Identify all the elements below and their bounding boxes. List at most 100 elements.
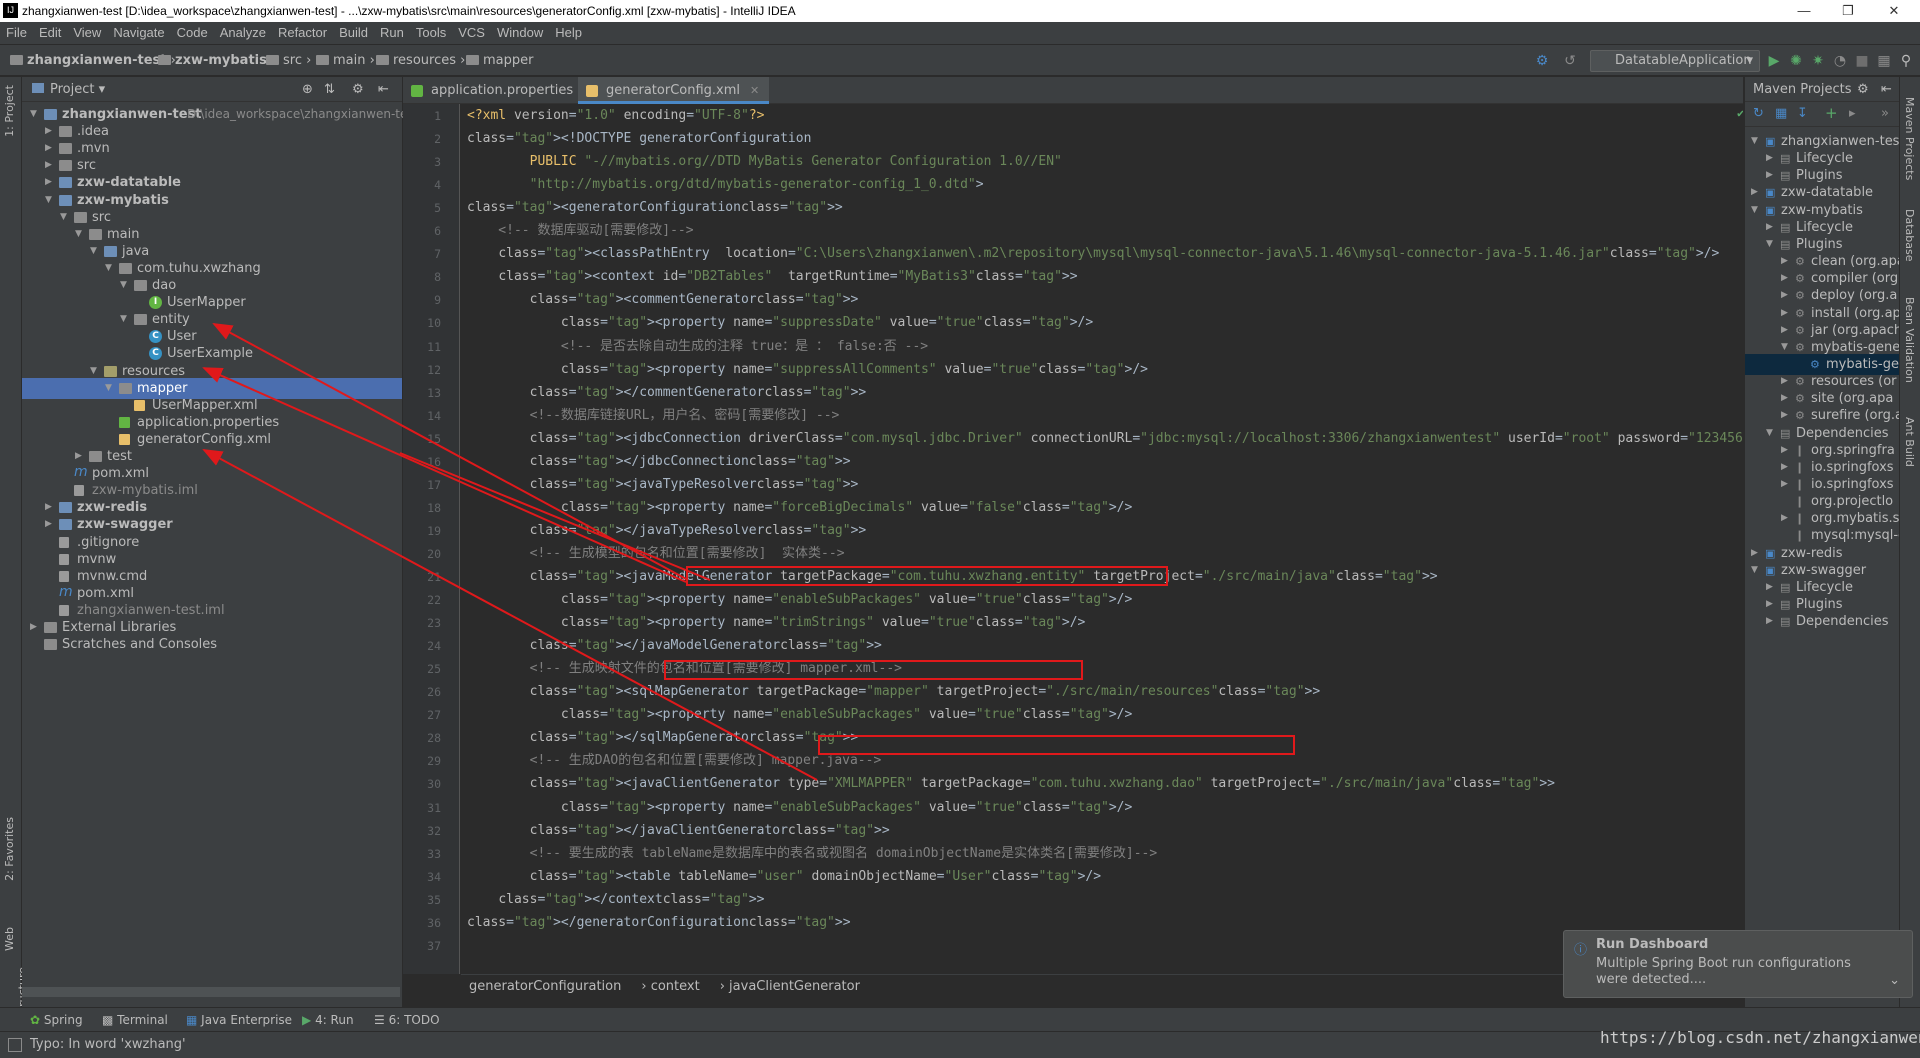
tab-todo[interactable]: ☰ 6: TODO	[374, 1008, 440, 1032]
class-icon: C	[149, 347, 162, 361]
libraries-icon	[44, 622, 57, 633]
menu-vcs[interactable]: VCS	[452, 25, 491, 40]
tree-item[interactable]: Scratches and Consoles	[22, 634, 402, 655]
menu-window[interactable]: Window	[491, 25, 549, 40]
coverage-icon[interactable]: ✷	[1810, 53, 1826, 69]
menu-build[interactable]: Build	[333, 25, 374, 40]
toggle-tool-windows-icon[interactable]	[8, 1038, 22, 1052]
project-structure-icon[interactable]: ▦	[1876, 53, 1892, 69]
editor-breadcrumb: generatorConfiguration › context › javaCli…	[461, 974, 1743, 999]
run-dashboard-notification[interactable]: ⓘ Run Dashboard Multiple Spring Boot run…	[1563, 930, 1913, 998]
notification-title[interactable]: Run Dashboard	[1596, 937, 1900, 952]
tab-database[interactable]: Database	[1903, 209, 1916, 262]
editor-crumb-client[interactable]: javaClientGenerator	[729, 979, 860, 994]
maximize-button[interactable]: ❐	[1830, 0, 1866, 22]
menu-help[interactable]: Help	[549, 25, 588, 40]
code-line: PUBLIC "-//mybatis.org//DTD MyBatis Gene…	[529, 154, 1062, 170]
menu-file[interactable]: File	[0, 25, 33, 40]
tab-web[interactable]: Web	[3, 927, 16, 951]
add-maven-project-icon[interactable]: +	[1825, 104, 1838, 122]
code-line: class="tag"></javaClientGeneratorclass="…	[529, 822, 890, 838]
menu-tools[interactable]: Tools	[410, 25, 452, 40]
line-number: 23	[427, 616, 441, 631]
tab-terminal[interactable]: ▩ Terminal	[102, 1008, 168, 1032]
breadcrumb-resources[interactable]: resources ›	[376, 53, 465, 68]
tab-project[interactable]: 1: Project	[3, 85, 16, 137]
tab-ant-build[interactable]: Ant Build	[1903, 417, 1916, 467]
module-folder-icon	[59, 502, 72, 514]
folder-icon	[59, 143, 72, 155]
tab-java-enterprise[interactable]: ▦ Java Enterprise	[186, 1008, 292, 1032]
code-line: class="tag"></sqlMapGeneratorclass="tag"…	[529, 730, 859, 746]
module-folder-icon	[59, 194, 72, 206]
maven-settings-icon[interactable]: ⚙	[1857, 77, 1869, 102]
breadcrumb-src[interactable]: src ›	[266, 53, 311, 68]
run-maven-icon[interactable]: ▸	[1849, 106, 1856, 121]
back-icon[interactable]: ↺	[1562, 53, 1578, 69]
sync-icon[interactable]: ⊕	[302, 77, 313, 102]
stop-icon[interactable]: ■	[1854, 53, 1870, 69]
maven-hide-icon[interactable]: ⇤	[1881, 77, 1892, 102]
collapse-arrow-icon[interactable]: ▶	[1766, 611, 1773, 632]
tab-generatorconfig-xml[interactable]: generatorConfig.xml ✕	[578, 77, 770, 104]
tab-maven-projects[interactable]: Maven Projects	[1903, 97, 1916, 180]
breadcrumb-module[interactable]: zxw-mybatis ›	[158, 53, 276, 68]
maven-tree-item-label: Dependencies	[1796, 614, 1889, 630]
editor-crumb-root[interactable]: generatorConfiguration	[469, 979, 621, 994]
menu-view[interactable]: View	[67, 25, 107, 40]
editor-crumb-context[interactable]: context	[651, 979, 700, 994]
maven-pom-icon: m	[74, 464, 88, 481]
menu-analyze[interactable]: Analyze	[214, 25, 272, 40]
code-line: class="tag"></javaTypeResolverclass="tag…	[529, 522, 867, 538]
run-configuration-select[interactable]: DatatableApplication ▾	[1590, 50, 1760, 72]
line-number: 24	[427, 639, 441, 654]
settings-gear-icon[interactable]: ⚙	[352, 77, 364, 102]
breadcrumb-root[interactable]: zhangxianwen-test ›	[10, 53, 176, 68]
code-editor[interactable]: <?xml version="1.0" encoding="UTF-8"?> cl…	[461, 104, 1743, 974]
breadcrumb-mapper[interactable]: mapper	[466, 53, 533, 68]
collapse-icon[interactable]: ⇅	[324, 77, 335, 102]
hide-panel-icon[interactable]: ⇤	[378, 77, 389, 102]
source-folder-icon	[104, 245, 117, 257]
chevron-down-icon[interactable]: ⌄	[1889, 973, 1900, 988]
generate-sources-icon[interactable]: ▦	[1775, 106, 1787, 121]
close-icon[interactable]: ✕	[750, 84, 759, 97]
editor-tabs: application.properties✕ generatorConfig.…	[403, 77, 1743, 104]
reimport-icon[interactable]: ↻	[1753, 106, 1764, 121]
tab-run[interactable]: ▶ 4: Run	[302, 1008, 354, 1032]
breadcrumb-main[interactable]: main ›	[316, 53, 375, 68]
window-title: zhangxianwen-test [D:\idea_workspace\zha…	[22, 4, 796, 18]
tab-application-properties[interactable]: application.properties✕	[403, 77, 602, 104]
code-line: class="tag"></javaModelGeneratorclass="t…	[529, 638, 882, 654]
left-tool-strip: 1: Project 2: Favorites Web Z: Structure	[0, 77, 29, 1018]
class-icon: C	[149, 330, 162, 344]
menu-run[interactable]: Run	[374, 25, 410, 40]
menu-navigate[interactable]: Navigate	[107, 25, 170, 40]
tab-bean-validation[interactable]: Bean Validation	[1903, 297, 1916, 383]
maven-tree: ▼▣zhangxianwen-test (▶▤Lifecycle▶▤Plugin…	[1745, 127, 1900, 1007]
code-line: <!-- 数据库驱动[需要修改]-->	[467, 223, 694, 239]
search-icon[interactable]: ⚲	[1898, 53, 1914, 69]
tab-favorites[interactable]: 2: Favorites	[3, 817, 16, 881]
minimize-button[interactable]: —	[1786, 0, 1822, 22]
project-panel-title[interactable]: Project	[50, 82, 94, 97]
more-icon[interactable]: »	[1881, 106, 1889, 121]
maven-tree-item[interactable]: ▶ ▤ Dependencies	[1745, 611, 1900, 632]
horizontal-scrollbar[interactable]	[22, 987, 400, 997]
debug-icon[interactable]: ✺	[1788, 53, 1804, 69]
todo-icon: ☰	[374, 1013, 385, 1027]
git-icon[interactable]: ⚙	[1534, 53, 1550, 69]
download-icon[interactable]: ↧	[1797, 106, 1808, 121]
menu-edit[interactable]: Edit	[33, 25, 67, 40]
module-folder-icon	[44, 109, 57, 120]
close-window-button[interactable]: ✕	[1876, 0, 1912, 22]
menu-code[interactable]: Code	[171, 25, 214, 40]
package-icon	[119, 382, 132, 394]
module-folder-icon	[59, 177, 72, 189]
profile-icon[interactable]: ◔	[1832, 53, 1848, 69]
line-number: 14	[427, 408, 441, 423]
run-icon[interactable]: ▶	[1766, 53, 1782, 69]
project-view-icon	[32, 83, 44, 93]
menu-refactor[interactable]: Refactor	[272, 25, 333, 40]
tab-spring[interactable]: ✿ Spring	[30, 1008, 83, 1032]
